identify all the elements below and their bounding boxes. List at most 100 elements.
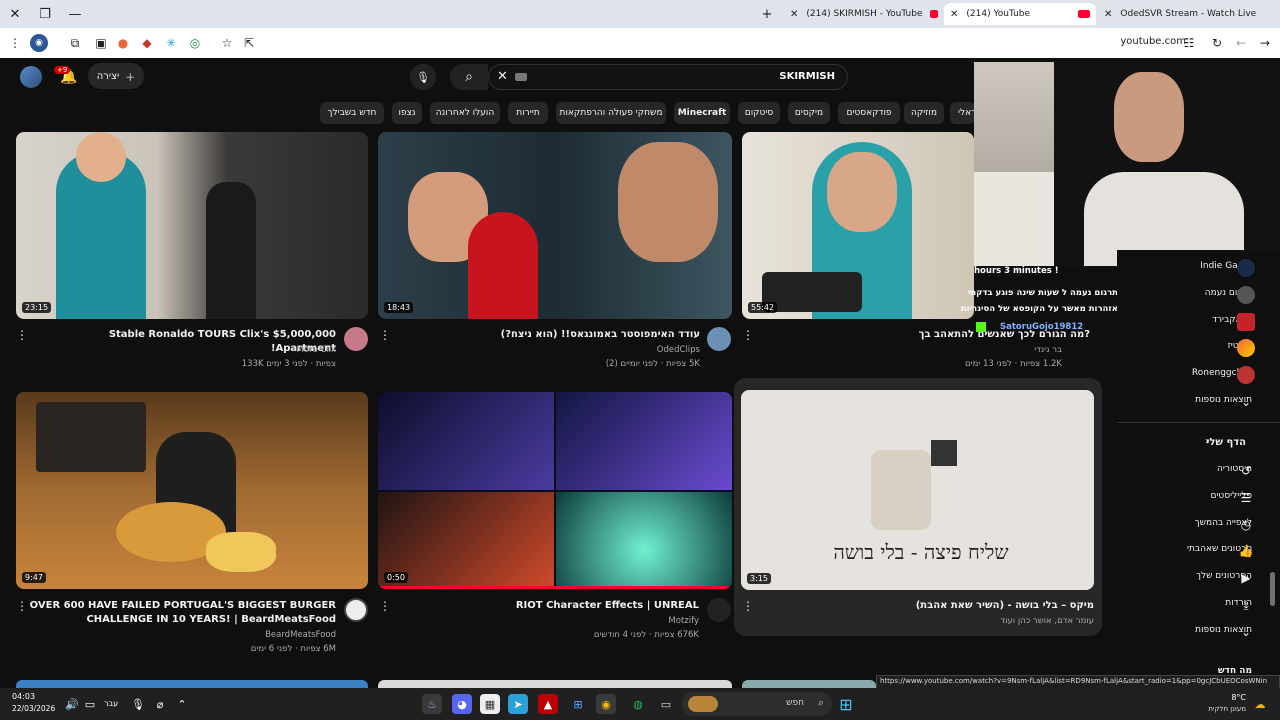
channel-avatar[interactable] <box>1237 313 1255 331</box>
your-videos-icon[interactable]: ▶ <box>1237 569 1255 587</box>
video-title[interactable]: עודד האימפוסטר באמונגאס!! (הוא ניצח?) <box>410 328 700 342</box>
tab-oded-stream[interactable]: ✕ OdedSVR Stream - Watch Live <box>1098 3 1258 25</box>
channel-name[interactable]: עומר אדם, אושר כהן ועוד <box>894 615 1094 628</box>
scrollbar-thumb[interactable] <box>1270 572 1275 606</box>
video-thumbnail[interactable] <box>16 680 368 688</box>
thumbs-up-icon[interactable]: 👍 <box>1237 542 1255 560</box>
close-window-icon[interactable]: ✕ <box>0 0 30 28</box>
video-title[interactable]: CHALLENGE IN 10 YEARS! | BeardMeatsFood <box>16 613 336 627</box>
video-thumbnail[interactable]: 23:15 <box>16 132 368 319</box>
tab-close-icon[interactable]: ✕ <box>790 9 798 20</box>
playlist-icon[interactable]: ☰ <box>1237 489 1255 507</box>
chip[interactable]: משחקי פעולה והרפתקאות <box>556 102 666 124</box>
clock-icon[interactable]: ◷ <box>1237 516 1255 534</box>
more-options-icon[interactable]: ⋮ <box>16 599 28 613</box>
file-explorer-icon[interactable]: ▭ <box>656 694 676 714</box>
profile-icon[interactable]: ◉ <box>30 34 48 52</box>
chip[interactable]: הועלו לאחרונה <box>430 102 500 124</box>
new-tab-icon[interactable]: + <box>752 0 782 28</box>
channel-avatar[interactable] <box>344 598 368 622</box>
translate-icon[interactable]: ✳ <box>162 34 180 52</box>
chip[interactable]: סיטקום <box>738 102 780 124</box>
app-icon[interactable]: ▲ <box>538 694 558 714</box>
spotify-icon[interactable]: ◍ <box>628 694 648 714</box>
url-text[interactable]: youtube.com <box>1120 36 1186 47</box>
network-icon[interactable]: ▭ <box>80 694 100 714</box>
chip[interactable]: ראפ ישראלי <box>950 102 975 124</box>
search-button[interactable]: ⌕ <box>450 64 488 90</box>
chevron-right-icon[interactable]: › <box>1205 436 1209 447</box>
extension-icon[interactable]: ● <box>114 34 132 52</box>
video-thumbnail[interactable] <box>742 680 876 688</box>
tab-close-icon[interactable]: ✕ <box>1104 9 1112 20</box>
apps-grid-icon[interactable]: ⊞ <box>568 694 588 714</box>
taskbar-search[interactable]: חפש ⌕ <box>682 692 832 716</box>
steam-icon[interactable]: ♨ <box>422 694 442 714</box>
chip[interactable]: Minecraft <box>674 102 730 124</box>
chip[interactable]: מוזיקה <box>904 102 944 124</box>
tab-skirmish[interactable]: ✕ (214) SKIRMISH - YouTube <box>784 3 944 25</box>
clear-search-icon[interactable]: ✕ <box>497 69 508 84</box>
menu-dots-icon[interactable]: ⋮ <box>6 34 24 52</box>
forward-icon[interactable]: ← <box>1232 34 1250 52</box>
chrome-icon[interactable]: ◉ <box>596 694 616 714</box>
weather-temp[interactable]: 8°C <box>1200 693 1246 702</box>
chip[interactable]: פודקאסטים <box>838 102 900 124</box>
chip[interactable]: מיקסים <box>788 102 830 124</box>
tab-youtube[interactable]: ✕ (214) YouTube <box>944 3 1096 25</box>
history-icon[interactable]: ↺ <box>1237 462 1255 480</box>
telegram-icon[interactable]: ➤ <box>508 694 528 714</box>
more-options-icon[interactable]: ⋮ <box>379 599 391 613</box>
speaker-icon[interactable]: 🔊 <box>62 694 82 714</box>
tab-search-icon[interactable]: ▣ <box>92 34 110 52</box>
wifi-off-icon[interactable]: ⌀ <box>150 694 170 714</box>
channel-name[interactable]: More Clix <box>136 344 336 357</box>
chip[interactable]: נצפו <box>392 102 422 124</box>
windows-start-icon[interactable]: ⊞ <box>836 694 856 714</box>
create-button[interactable]: יצירה ＋ <box>88 63 144 89</box>
channel-avatar[interactable] <box>1237 259 1255 277</box>
voice-search-mic-icon[interactable]: 🎙 <box>410 64 436 90</box>
extension-icon[interactable]: ◆ <box>138 34 156 52</box>
extensions-icon[interactable]: ⧉ <box>66 34 84 52</box>
back-icon[interactable]: → <box>1256 34 1274 52</box>
video-thumbnail[interactable]: 0:50 <box>378 392 732 589</box>
more-options-icon[interactable]: ⋮ <box>379 328 391 342</box>
keyboard-icon[interactable] <box>515 73 527 81</box>
weather-icon[interactable]: ☁ <box>1250 694 1270 714</box>
channel-avatar[interactable] <box>344 327 368 351</box>
chevron-up-icon[interactable]: ⌃ <box>172 694 192 714</box>
chip[interactable]: תיירות <box>508 102 548 124</box>
chip[interactable]: חדש בשבילך <box>320 102 384 124</box>
clock-time[interactable]: 04:03 <box>12 692 35 701</box>
weather-desc[interactable]: מעונן חלקית <box>1196 705 1246 713</box>
video-thumbnail[interactable]: 9:47 <box>16 392 368 589</box>
video-title[interactable]: מיקס – בלי בושה - (השיר שאת אהבת) <box>794 599 1094 613</box>
mic-icon[interactable]: 🎙 <box>128 694 148 714</box>
reload-icon[interactable]: ↻ <box>1208 34 1226 52</box>
install-app-icon[interactable]: ⇱ <box>240 34 258 52</box>
restore-window-icon[interactable]: ❐ <box>30 0 60 28</box>
video-thumbnail[interactable] <box>378 680 732 688</box>
more-options-icon[interactable]: ⋮ <box>742 328 754 342</box>
channel-name[interactable]: Motzify <box>499 615 699 628</box>
video-title[interactable]: OVER 600 HAVE FAILED PORTUGAL'S BIGGEST … <box>16 599 336 613</box>
channel-name[interactable]: בר גינדי <box>902 344 1062 357</box>
video-thumbnail[interactable]: 55:42 <box>742 132 974 319</box>
more-options-icon[interactable]: ⋮ <box>16 328 28 342</box>
channel-name[interactable]: BeardMeatsFood <box>136 629 336 642</box>
bookmark-star-icon[interactable]: ☆ <box>218 34 236 52</box>
video-thumbnail[interactable]: שליח פיצה - בלי בושה 3:15 <box>741 390 1094 590</box>
channel-name[interactable]: OdedClips <box>500 344 700 357</box>
minimize-window-icon[interactable]: — <box>60 0 90 28</box>
channel-avatar[interactable] <box>707 598 731 622</box>
download-icon[interactable]: ⤓ <box>1237 596 1255 614</box>
chevron-down-icon[interactable]: ⌄ <box>1237 623 1255 641</box>
channel-avatar[interactable] <box>707 327 731 351</box>
more-options-icon[interactable]: ⋮ <box>742 599 754 613</box>
video-thumbnail[interactable]: 18:43 <box>378 132 732 319</box>
language-indicator[interactable]: עבר <box>104 699 118 708</box>
chevron-down-icon[interactable]: ⌄ <box>1237 393 1255 411</box>
extension-icon[interactable]: ◎ <box>186 34 204 52</box>
app-icon[interactable]: ▦ <box>480 694 500 714</box>
